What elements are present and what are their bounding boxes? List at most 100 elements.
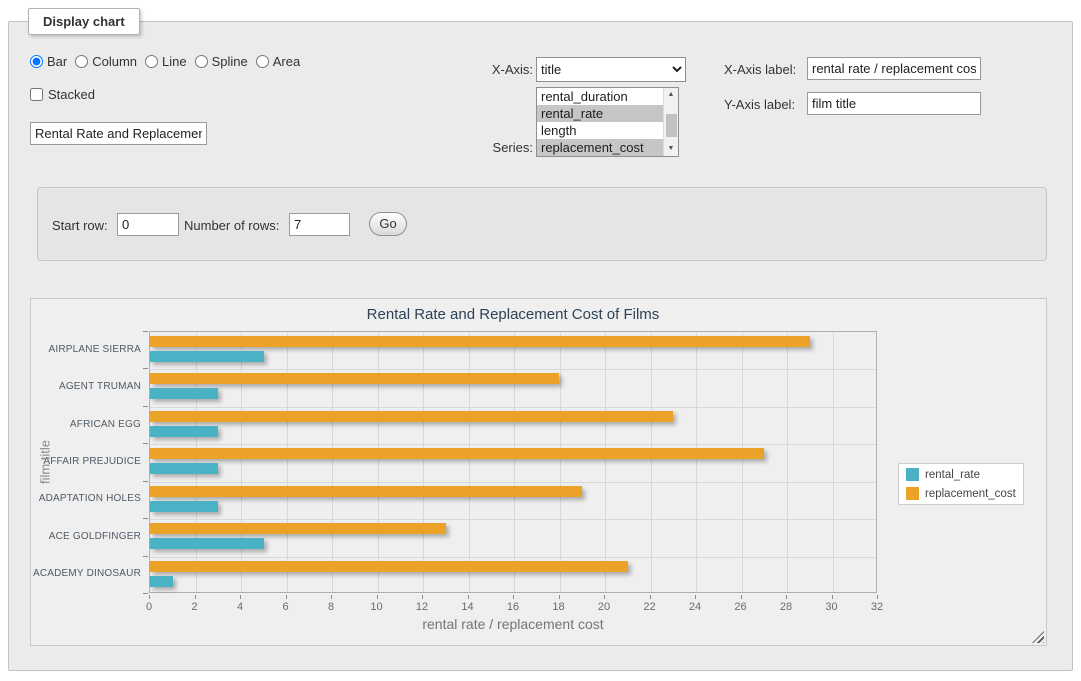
x-tick-label: 4: [237, 601, 243, 613]
y-tick-mark: [143, 593, 148, 594]
chart-type-radio-group: Bar Column Line Spline Area: [30, 54, 300, 69]
number-of-rows-input[interactable]: [289, 213, 350, 236]
x-axis-label-caption: X-Axis label:: [724, 62, 796, 77]
chart-legend: rental_rate replacement_cost: [898, 463, 1024, 505]
chart-type-area-radio[interactable]: [256, 55, 269, 68]
series-option-rental-duration[interactable]: rental_duration: [537, 88, 663, 105]
legend-label-replacement_cost: replacement_cost: [925, 488, 1016, 500]
y-tick-mark: [143, 518, 148, 519]
chart-type-bar[interactable]: Bar: [30, 54, 67, 69]
category-label: AIRPLANE SIERRA: [31, 344, 141, 355]
y-tick-mark: [143, 406, 148, 407]
series-select-caption: Series:: [470, 140, 533, 155]
grid-line-vertical: [423, 332, 424, 592]
x-tick-label: 0: [146, 601, 152, 613]
grid-line-vertical: [196, 332, 197, 592]
grid-line-horizontal: [150, 369, 876, 370]
number-of-rows-label: Number of rows:: [184, 218, 279, 233]
grid-line-vertical: [787, 332, 788, 592]
grid-line-horizontal: [150, 482, 876, 483]
bar-replacement_cost: [150, 486, 582, 497]
chart-type-spline-radio[interactable]: [195, 55, 208, 68]
y-tick-mark: [143, 443, 148, 444]
x-tick-mark: [331, 595, 332, 599]
legend-item: replacement_cost: [906, 487, 1016, 500]
y-axis-label-input[interactable]: [807, 92, 981, 115]
bar-replacement_cost: [150, 411, 673, 422]
x-tick-mark: [286, 595, 287, 599]
grid-line-horizontal: [150, 407, 876, 408]
chart-type-column[interactable]: Column: [75, 54, 137, 69]
x-tick-label: 8: [328, 601, 334, 613]
series-option-replacement-cost[interactable]: replacement_cost: [537, 139, 663, 156]
bar-rental_rate: [150, 501, 218, 512]
chart-area: Rental Rate and Replacement Cost of Film…: [30, 298, 1047, 646]
grid-line-vertical: [605, 332, 606, 592]
stacked-checkbox[interactable]: [30, 88, 43, 101]
bar-replacement_cost: [150, 561, 628, 572]
x-tick-label: 10: [370, 601, 382, 613]
bar-rental_rate: [150, 576, 173, 587]
grid-line-vertical: [514, 332, 515, 592]
series-option-length[interactable]: length: [537, 122, 663, 139]
grid-line-vertical: [287, 332, 288, 592]
x-tick-label: 32: [871, 601, 883, 613]
series-option-rental-rate[interactable]: rental_rate: [537, 105, 663, 122]
x-tick-mark: [149, 595, 150, 599]
x-tick-mark: [650, 595, 651, 599]
bar-replacement_cost: [150, 523, 446, 534]
chart-type-line-radio[interactable]: [145, 55, 158, 68]
chart-type-spline-label: Spline: [212, 54, 248, 69]
grid-line-horizontal: [150, 444, 876, 445]
x-tick-mark: [513, 595, 514, 599]
x-tick-label: 12: [416, 601, 428, 613]
legend-swatch-replacement_cost: [906, 487, 919, 500]
x-tick-mark: [240, 595, 241, 599]
grid-line-vertical: [469, 332, 470, 592]
chart-title-input[interactable]: [30, 122, 207, 145]
category-label: ACADEMY DINOSAUR: [31, 568, 141, 579]
grid-line-vertical: [378, 332, 379, 592]
legend-label-rental_rate: rental_rate: [925, 469, 980, 481]
panel-title: Display chart: [28, 8, 140, 35]
grid-line-vertical: [560, 332, 561, 592]
x-axis-label-input[interactable]: [807, 57, 981, 80]
y-axis-title: film title: [38, 440, 53, 484]
x-tick-mark: [559, 595, 560, 599]
grid-line-horizontal: [150, 519, 876, 520]
go-button[interactable]: Go: [369, 212, 407, 236]
x-tick-mark: [195, 595, 196, 599]
scrollbar-thumb[interactable]: [666, 114, 677, 137]
chart-type-bar-radio[interactable]: [30, 55, 43, 68]
scroll-down-icon[interactable]: ▼: [664, 142, 678, 156]
chart-type-area[interactable]: Area: [256, 54, 300, 69]
y-axis-label-caption: Y-Axis label:: [724, 97, 795, 112]
x-axis-title: rental rate / replacement cost: [149, 616, 877, 632]
bar-rental_rate: [150, 426, 218, 437]
resize-grip-icon[interactable]: [1032, 631, 1044, 643]
series-list-scrollbar[interactable]: ▲ ▼: [663, 88, 678, 156]
x-tick-label: 28: [780, 601, 792, 613]
category-label: AFRICAN EGG: [31, 419, 141, 430]
chart-type-line[interactable]: Line: [145, 54, 187, 69]
chart-type-bar-label: Bar: [47, 54, 67, 69]
y-tick-mark: [143, 481, 148, 482]
bar-rental_rate: [150, 388, 218, 399]
start-row-input[interactable]: [117, 213, 179, 236]
x-tick-mark: [695, 595, 696, 599]
scroll-up-icon[interactable]: ▲: [664, 88, 678, 102]
x-tick-label: 26: [734, 601, 746, 613]
chart-type-column-radio[interactable]: [75, 55, 88, 68]
y-tick-mark: [143, 556, 148, 557]
x-axis-select[interactable]: title: [536, 57, 686, 82]
y-tick-mark: [143, 331, 148, 332]
x-tick-label: 30: [825, 601, 837, 613]
grid-line-vertical: [833, 332, 834, 592]
bar-rental_rate: [150, 351, 264, 362]
grid-line-vertical: [241, 332, 242, 592]
chart-title: Rental Rate and Replacement Cost of Film…: [149, 306, 877, 323]
series-list[interactable]: rental_duration rental_rate length repla…: [536, 87, 679, 157]
chart-type-spline[interactable]: Spline: [195, 54, 248, 69]
grid-line-vertical: [696, 332, 697, 592]
x-tick-mark: [741, 595, 742, 599]
